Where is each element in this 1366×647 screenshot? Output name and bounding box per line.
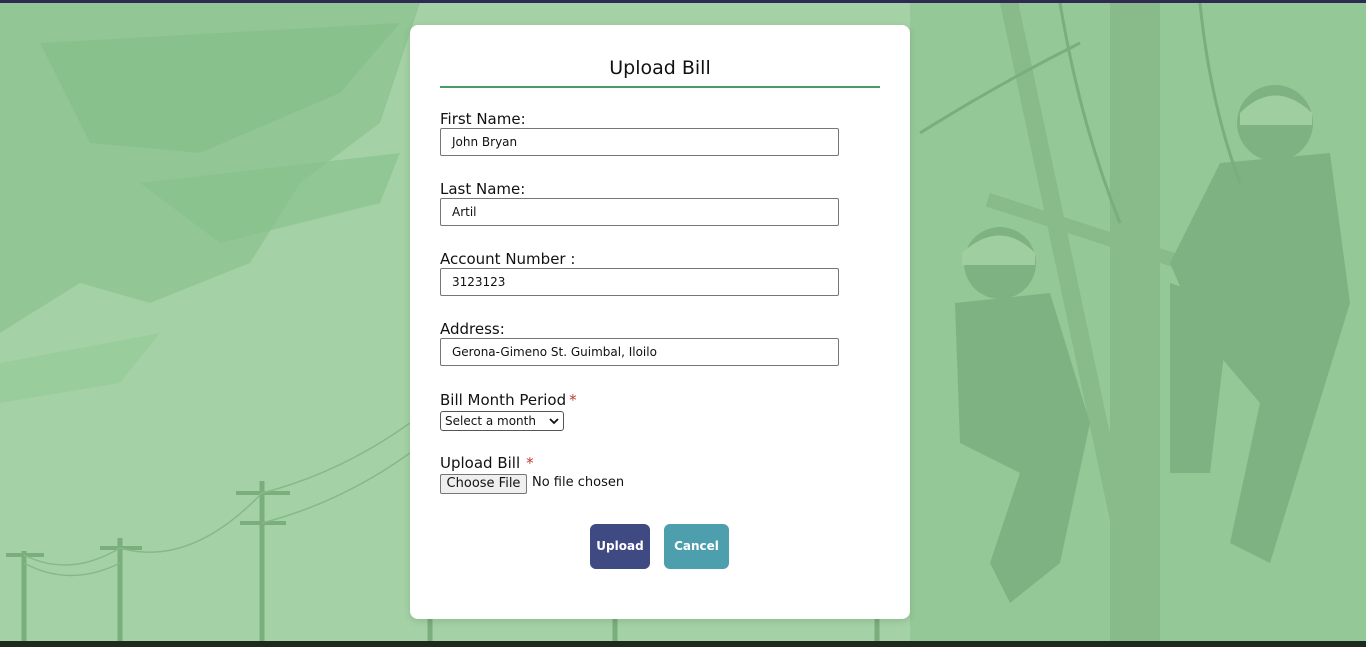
bill-month-selected-value: Select a month — [445, 414, 536, 428]
title-divider — [440, 86, 880, 88]
last-name-label: Last Name: — [440, 180, 526, 198]
address-input[interactable]: Gerona-Gimeno St. Guimbal, Iloilo — [440, 338, 839, 366]
last-name-input[interactable]: Artil — [440, 198, 839, 226]
bottom-bar — [0, 641, 1366, 647]
chevron-down-icon — [549, 418, 559, 425]
upload-bill-label-text: Upload Bill — [440, 454, 521, 472]
bill-month-label: Bill Month Period * — [440, 391, 577, 409]
account-number-input[interactable]: 3123123 — [440, 268, 839, 296]
first-name-label: First Name: — [440, 110, 526, 128]
required-asterisk: * — [569, 391, 577, 409]
account-number-label: Account Number : — [440, 250, 576, 268]
bill-month-select[interactable]: Select a month — [440, 411, 564, 431]
upload-bill-card: Upload Bill First Name: John Bryan Last … — [410, 25, 910, 619]
first-name-input[interactable]: John Bryan — [440, 128, 839, 156]
choose-file-button[interactable]: Choose File — [440, 474, 527, 494]
upload-bill-label: Upload Bill * — [440, 454, 534, 472]
page-title: Upload Bill — [609, 57, 711, 79]
bill-month-label-text: Bill Month Period — [440, 391, 567, 409]
file-status-text: No file chosen — [532, 475, 625, 490]
cancel-button[interactable]: Cancel — [664, 524, 729, 569]
address-label: Address: — [440, 320, 505, 338]
upload-button[interactable]: Upload — [590, 524, 650, 569]
required-asterisk: * — [526, 454, 534, 472]
